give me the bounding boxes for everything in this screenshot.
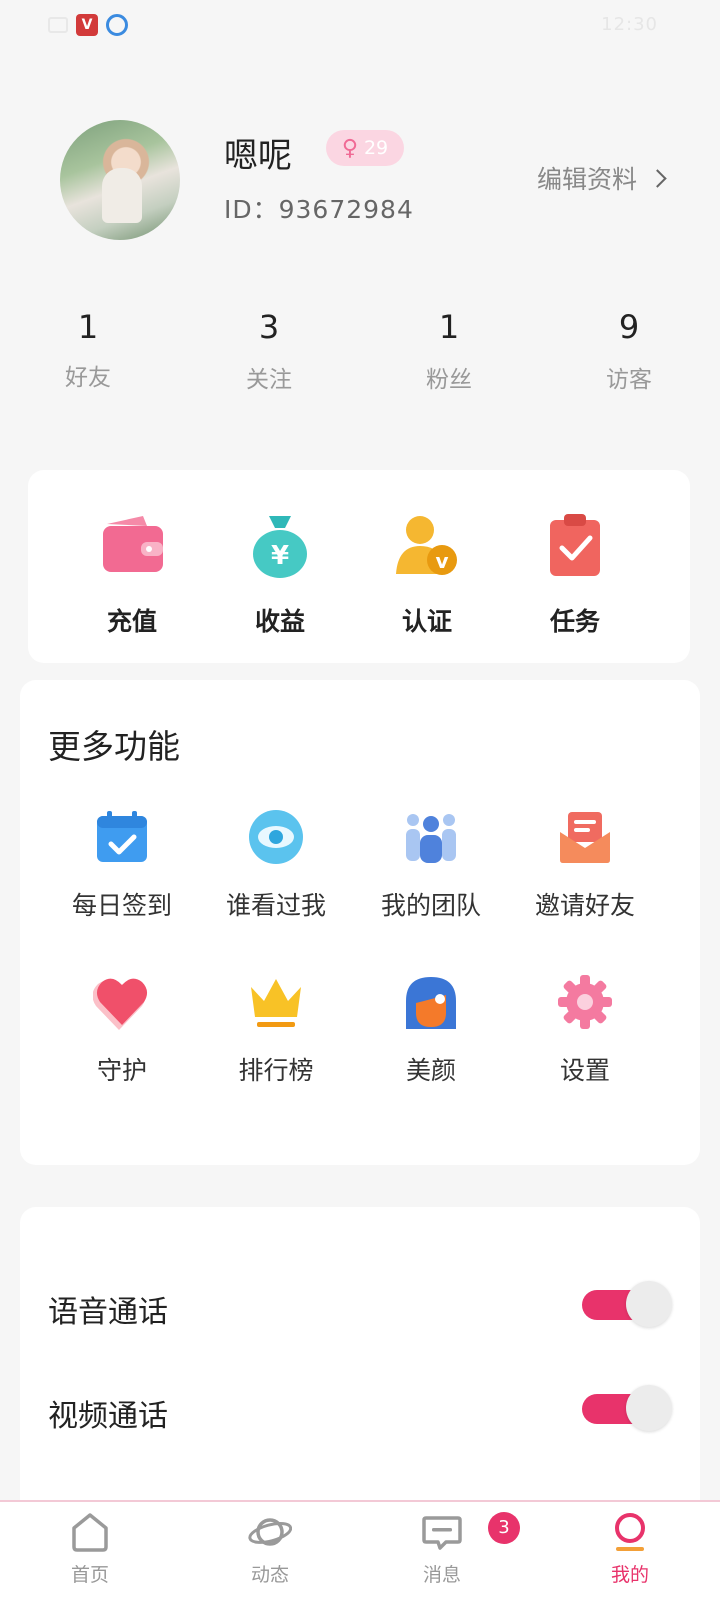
- stat-visitors[interactable]: 9 访客: [569, 308, 689, 394]
- svg-text:v: v: [435, 549, 448, 573]
- team-icon: [402, 808, 460, 866]
- feature-label: 我的团队: [380, 891, 481, 920]
- message-icon: [420, 1510, 464, 1554]
- avatar[interactable]: [60, 120, 180, 240]
- tab-label: 首页: [70, 1564, 109, 1586]
- envelope-icon: [556, 808, 614, 866]
- tab-label: 消息: [422, 1564, 461, 1586]
- browser-notification-icon: [106, 14, 128, 36]
- edit-profile-label: 编辑资料: [536, 165, 637, 194]
- tab-home[interactable]: 首页: [30, 1510, 150, 1587]
- feature-label: 设置: [559, 1056, 610, 1085]
- crown-icon: [247, 973, 305, 1031]
- stat-fans[interactable]: 1 粉丝: [389, 308, 509, 394]
- quick-action-label: 认证: [401, 607, 452, 636]
- stat-label: 粉丝: [426, 367, 472, 393]
- message-count-badge: 3: [488, 1512, 520, 1544]
- toggle-label: 语音通话: [48, 1295, 168, 1330]
- feature-label: 谁看过我: [225, 891, 326, 920]
- quick-action-label: 充值: [106, 607, 157, 636]
- female-icon: ♀: [341, 135, 358, 161]
- calendar-check-icon: [93, 808, 151, 866]
- feature-label: 排行榜: [238, 1056, 314, 1085]
- toggle-label: 视频通话: [48, 1399, 168, 1434]
- svg-text:¥: ¥: [271, 541, 289, 571]
- tab-messages[interactable]: 消息: [382, 1510, 502, 1587]
- recharge-button[interactable]: 充值: [77, 510, 187, 638]
- gender-age-badge: ♀ 29: [326, 130, 404, 166]
- leaderboard-button[interactable]: 排行榜: [201, 973, 351, 1087]
- quick-action-label: 收益: [254, 607, 305, 636]
- stat-value: 1: [77, 308, 99, 346]
- wallet-icon: [97, 510, 167, 580]
- video-call-row: 视频通话: [48, 1379, 672, 1439]
- avatar-photo-figure: [102, 168, 142, 223]
- toggle-knob: [626, 1281, 672, 1327]
- tasks-button[interactable]: 任务: [520, 510, 630, 638]
- tab-mine[interactable]: 我的: [570, 1510, 690, 1587]
- feature-label: 守护: [96, 1056, 147, 1085]
- stat-value: 9: [618, 308, 640, 346]
- edit-profile-button[interactable]: 编辑资料: [537, 160, 670, 196]
- invite-friends-button[interactable]: 邀请好友: [510, 808, 660, 922]
- tab-moments[interactable]: 动态: [210, 1510, 330, 1587]
- chevron-right-icon: [648, 168, 667, 188]
- call-settings-card: 语音通话 视频通话: [20, 1207, 700, 1507]
- feature-label: 邀请好友: [534, 891, 635, 920]
- settings-button[interactable]: 设置: [510, 973, 660, 1087]
- stat-label: 关注: [246, 367, 292, 393]
- beauty-face-icon: [402, 973, 460, 1031]
- tab-label: 我的: [610, 1564, 649, 1586]
- feature-label: 美颜: [405, 1056, 456, 1085]
- my-team-button[interactable]: 我的团队: [356, 808, 506, 922]
- bottom-tab-bar: 首页 动态 消息 3 我的: [0, 1500, 720, 1600]
- verify-button[interactable]: v 认证: [372, 510, 482, 638]
- stat-value: 1: [438, 308, 460, 346]
- home-icon: [68, 1510, 112, 1554]
- gear-icon: [556, 973, 614, 1031]
- verify-user-icon: v: [392, 510, 462, 580]
- profile-header: 嗯呢 ♀ 29 ID：93672984 编辑资料: [60, 120, 670, 240]
- stat-friends[interactable]: 1 好友: [28, 308, 148, 392]
- more-features-card: 更多功能 每日签到 谁看过我 我的团队 邀请好友 守护 排行榜 美颜 设置: [20, 680, 700, 1165]
- toggle-knob: [626, 1385, 672, 1431]
- voice-call-row: 语音通话: [48, 1275, 672, 1335]
- video-call-toggle[interactable]: [582, 1385, 672, 1431]
- guard-button[interactable]: 守护: [47, 973, 197, 1087]
- status-bar: V 12:30: [0, 0, 720, 50]
- money-bag-icon: ¥: [245, 510, 315, 580]
- user-name: 嗯呢: [224, 136, 292, 176]
- feature-label: 每日签到: [71, 891, 172, 920]
- daily-checkin-button[interactable]: 每日签到: [47, 808, 197, 922]
- user-id: ID：93672984: [224, 195, 414, 224]
- status-icons-left: V: [48, 14, 128, 36]
- sim-icon: [48, 17, 68, 33]
- stat-label: 访客: [606, 367, 652, 393]
- task-clipboard-icon: [540, 510, 610, 580]
- planet-icon: [248, 1510, 293, 1554]
- age-value: 29: [363, 137, 389, 159]
- tab-label: 动态: [250, 1564, 289, 1586]
- eye-icon: [247, 808, 305, 866]
- beauty-button[interactable]: 美颜: [356, 973, 506, 1087]
- stat-label: 好友: [65, 365, 111, 391]
- section-title: 更多功能: [48, 727, 180, 766]
- profile-icon: [608, 1510, 652, 1554]
- quick-actions-card: 充值 ¥ 收益 v 认证 任务: [28, 470, 690, 663]
- status-time: 12:30: [601, 14, 658, 35]
- heart-icon: [92, 973, 151, 1031]
- quick-action-label: 任务: [549, 607, 600, 636]
- voice-call-toggle[interactable]: [582, 1281, 672, 1327]
- stat-following[interactable]: 3 关注: [209, 308, 329, 394]
- who-viewed-me-button[interactable]: 谁看过我: [201, 808, 351, 922]
- stat-value: 3: [258, 308, 280, 346]
- app-notification-icon: V: [76, 14, 98, 36]
- stats-row: 1 好友 3 关注 1 粉丝 9 访客: [0, 308, 720, 408]
- earnings-button[interactable]: ¥ 收益: [225, 510, 335, 638]
